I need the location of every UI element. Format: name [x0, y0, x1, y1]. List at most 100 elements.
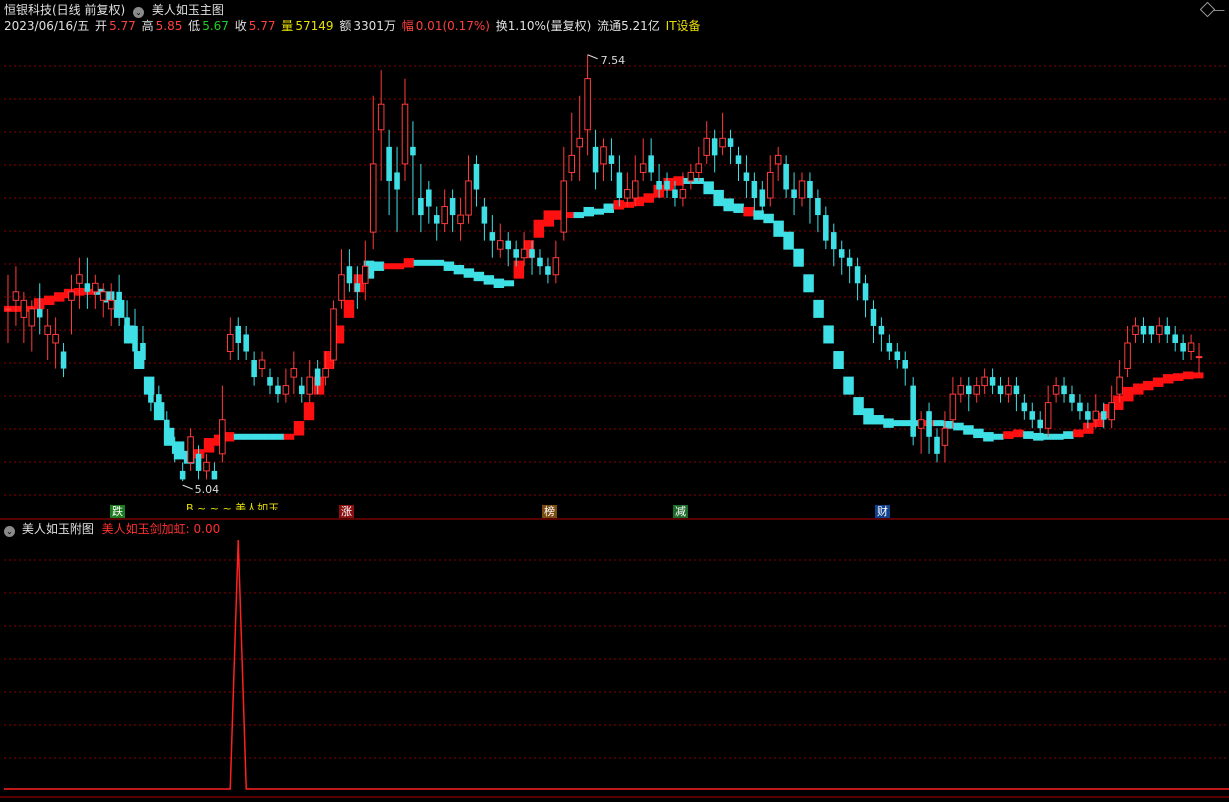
band-segment: [433, 259, 445, 266]
candle-body-down: [148, 385, 154, 403]
band-segment: [423, 259, 435, 266]
candle-body-down: [179, 470, 186, 480]
candle-body-down: [545, 266, 551, 275]
band-segment: [813, 299, 824, 318]
band-segment: [1183, 371, 1194, 380]
candle-body-up: [441, 206, 448, 225]
candle-body-down: [735, 155, 742, 164]
candle-body-down: [862, 283, 869, 301]
band-segment: [783, 231, 794, 250]
candle-body-up: [624, 188, 631, 199]
candle-body-down: [354, 283, 361, 292]
candle-body-down: [1180, 342, 1186, 352]
candle-body-down: [807, 180, 813, 199]
candle-body-down: [346, 266, 353, 284]
candle-body-down: [473, 163, 480, 190]
candle-body-up: [1156, 325, 1163, 335]
candle-body-up: [219, 419, 226, 455]
band-segment: [1193, 372, 1204, 379]
candle-body-down: [156, 394, 162, 412]
band-segment: [443, 261, 455, 271]
candle-body-up: [369, 163, 377, 233]
candle-body-up: [973, 385, 980, 395]
candle-body-down: [1037, 419, 1044, 429]
candle-body-down: [815, 198, 821, 216]
band-segment: [163, 427, 175, 446]
band-segment: [573, 212, 585, 219]
min-price-label: 5.04: [195, 483, 220, 496]
band-segment: [293, 420, 305, 436]
band-segment: [1003, 431, 1014, 439]
candle-body-down: [854, 266, 861, 284]
band-segment: [933, 420, 944, 427]
band-segment: [463, 268, 475, 278]
band-segment: [763, 213, 774, 224]
candle-body-down: [529, 249, 535, 258]
band-segment: [993, 433, 1004, 440]
candle-body-up: [44, 325, 51, 335]
candle-body-down: [823, 215, 829, 241]
candle-body-up: [1092, 410, 1100, 421]
band-segment: [303, 402, 315, 421]
candle-body-up: [568, 154, 576, 173]
candle-body-up: [12, 291, 20, 301]
candle-body-down: [1029, 411, 1036, 420]
candle-body-up: [330, 308, 337, 361]
band-segment: [873, 415, 884, 425]
candle-body-down: [910, 385, 916, 437]
candle-body-down: [505, 240, 511, 250]
band-segment: [623, 201, 634, 208]
candle-body-down: [513, 249, 519, 258]
candle-body-down: [36, 308, 43, 318]
candle-body-up: [981, 376, 988, 387]
band-segment: [33, 298, 45, 310]
candle-body-up: [1132, 325, 1139, 335]
candle-body-up: [1044, 402, 1052, 429]
candle-body-up: [20, 299, 28, 318]
sub-series-line: [4, 539, 1229, 790]
band-segment: [343, 299, 355, 318]
band-segment: [203, 438, 215, 453]
band-segment: [1053, 433, 1064, 440]
band-segment: [403, 258, 415, 268]
candle-body-down: [394, 172, 400, 190]
candle-body-down: [1013, 385, 1020, 395]
band-segment: [1163, 374, 1174, 384]
band-segment: [583, 206, 595, 217]
candle-body-down: [608, 155, 615, 164]
band-segment: [483, 275, 495, 285]
band-segment: [983, 432, 994, 442]
candle-body-down: [934, 436, 940, 454]
candle-body-down: [711, 138, 718, 156]
candle-body-up: [719, 137, 726, 148]
band-segment: [793, 248, 804, 267]
band-segment: [383, 263, 395, 270]
candle-body-down: [592, 146, 599, 173]
band-segment: [1033, 432, 1044, 441]
band-segment: [1023, 431, 1034, 439]
candle-body-down: [298, 385, 305, 395]
candle-body-up: [695, 163, 703, 173]
band-segment: [1063, 431, 1074, 439]
candle-body-up: [1187, 342, 1195, 353]
candle-body-up: [552, 257, 560, 276]
candle-body-up: [92, 282, 99, 293]
candle-body-up: [631, 180, 639, 199]
band-segment: [273, 433, 285, 440]
candle-body-up: [941, 427, 949, 446]
candle-body-up: [679, 188, 687, 199]
band-segment: [703, 181, 714, 195]
candle-body-up: [576, 137, 583, 148]
candle-body-up: [28, 308, 36, 327]
candle-body-up: [639, 163, 647, 173]
band-segment: [963, 425, 974, 435]
band-segment: [533, 219, 545, 238]
band-segment: [823, 325, 834, 344]
candle-body-up: [187, 436, 194, 463]
band-segment: [53, 292, 65, 302]
price-chart[interactable]: 7.54 5.04: [0, 0, 1229, 802]
candle-body-down: [656, 180, 662, 190]
band-segment: [773, 220, 784, 237]
band-segment: [743, 206, 754, 217]
candle-body-up: [107, 299, 115, 310]
